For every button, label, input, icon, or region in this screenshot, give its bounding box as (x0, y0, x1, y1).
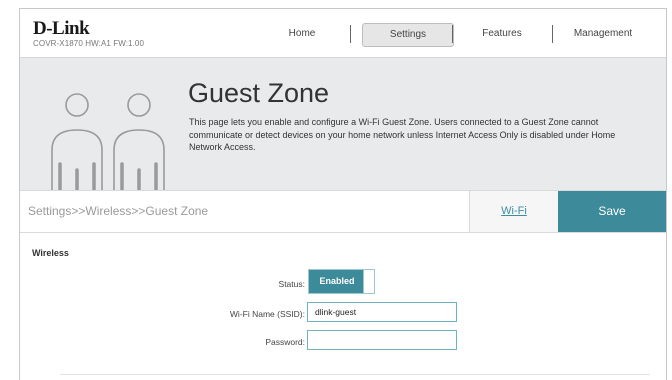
divider (60, 374, 650, 375)
password-label: Password: (265, 337, 305, 347)
ssid-input[interactable] (307, 302, 457, 322)
nav-separator (350, 25, 351, 43)
nav-management[interactable]: Management (568, 23, 638, 45)
dlink-logo: D-Link (33, 18, 90, 39)
status-toggle-value: Enabled (309, 270, 365, 293)
breadcrumb-bar: Settings>>Wireless>>Guest Zone Wi-Fi Sav… (20, 190, 666, 233)
nav-home[interactable]: Home (272, 23, 332, 45)
section-title-wireless: Wireless (32, 248, 69, 258)
two-people-icon (51, 93, 165, 190)
save-button[interactable]: Save (558, 191, 666, 232)
status-toggle[interactable]: Enabled (308, 269, 375, 294)
page-title: Guest Zone (188, 78, 330, 108)
top-header: D-Link COVR-X1870 HW:A1 FW:1.00 Home Set… (20, 9, 666, 57)
page-description: This page lets you enable and configure … (189, 117, 616, 152)
nav-separator (452, 25, 453, 43)
nav-separator (552, 25, 553, 43)
ssid-label: Wi-Fi Name (SSID): (229, 309, 305, 319)
nav-features[interactable]: Features (470, 23, 534, 45)
status-label: Status: (278, 279, 305, 289)
breadcrumb: Settings>>Wireless>>Guest Zone (28, 204, 209, 218)
nav-settings[interactable]: Settings (362, 23, 454, 47)
router-admin-window: D-Link COVR-X1870 HW:A1 FW:1.00 Home Set… (19, 8, 667, 380)
password-input[interactable] (307, 330, 457, 350)
wifi-link[interactable]: Wi-Fi (469, 191, 558, 232)
toggle-knob (363, 270, 374, 293)
model-info: COVR-X1870 HW:A1 FW:1.00 (33, 39, 145, 48)
page-banner: Guest Zone This page lets you enable and… (20, 57, 666, 191)
